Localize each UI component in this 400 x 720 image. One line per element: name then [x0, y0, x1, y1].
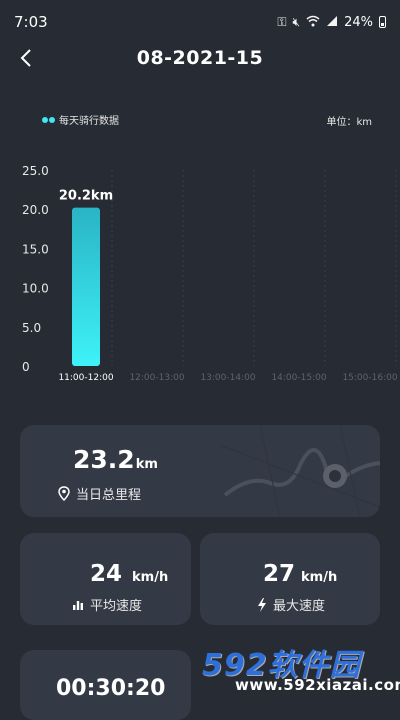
daily-ride-chart: 0 5.0 10.0 15.0 20.0 25.0 20.2km 11:00-12:00 1… — [22, 164, 398, 383]
legend-marker-icon — [42, 116, 55, 123]
lightning-icon — [258, 597, 266, 612]
battery-percent: 24% — [344, 14, 373, 30]
chart-unit-label: 单位：km — [326, 117, 372, 128]
x-tick-label[interactable]: 11:00-12:00 — [58, 373, 113, 383]
battery-icon — [379, 16, 386, 28]
duration-value: 00:30:20 — [56, 676, 166, 701]
chart-bar[interactable] — [72, 207, 100, 366]
max-speed-card[interactable]: 27 km/h 最大速度 — [200, 533, 380, 625]
x-tick-label[interactable]: 14:00-15:00 — [271, 373, 326, 383]
legend-label: 每天骑行数据 — [59, 116, 119, 127]
max-speed-value: 27 km/h — [263, 561, 338, 587]
y-tick-label: 10.0 — [22, 282, 49, 296]
mute-icon: 🔇︎ — [292, 14, 301, 29]
x-tick-label[interactable]: 15:00-16:00 — [342, 373, 397, 383]
total-distance-value: 23.2km — [73, 445, 158, 474]
status-time: 7:03 — [14, 13, 48, 31]
y-tick-label: 5.0 — [22, 321, 41, 335]
avg-speed-value: 24 km/h — [90, 561, 169, 587]
signal-icon — [326, 15, 338, 30]
y-tick-label: 15.0 — [22, 242, 49, 256]
total-distance-card[interactable]: 23.2km 当日总里程 — [20, 425, 380, 517]
bar-data-label: 20.2km — [59, 189, 113, 204]
avg-speed-card[interactable]: 24 km/h 平均速度 — [20, 533, 191, 625]
total-distance-label: 当日总里程 — [58, 484, 141, 503]
bar-chart-icon — [73, 600, 83, 610]
location-pin-icon — [58, 486, 70, 501]
chevron-left-icon — [20, 49, 31, 67]
key-icon: ⚿ — [277, 14, 287, 29]
y-tick-label: 25.0 — [22, 164, 49, 178]
duration-card[interactable]: 00:30:20 — [20, 650, 191, 720]
watermark-url: www.592xiazai.com — [235, 676, 400, 694]
back-button[interactable] — [10, 42, 42, 74]
chart-legend: 每天骑行数据 — [42, 112, 119, 127]
x-tick-label[interactable]: 12:00-13:00 — [129, 373, 184, 383]
max-speed-label: 最大速度 — [257, 595, 325, 614]
x-tick-label[interactable]: 13:00-14:00 — [200, 373, 255, 383]
y-tick-label: 20.0 — [22, 203, 49, 217]
page-title: 08-2021-15 — [136, 47, 264, 69]
avg-speed-label: 平均速度 — [72, 595, 142, 614]
route-map-icon — [220, 425, 380, 517]
y-tick-label: 0 — [22, 360, 30, 374]
status-icons: ⚿ 🔇︎ 24% — [277, 15, 386, 30]
wifi-icon — [306, 15, 320, 30]
nav-bar: 08-2021-15 — [0, 36, 400, 80]
